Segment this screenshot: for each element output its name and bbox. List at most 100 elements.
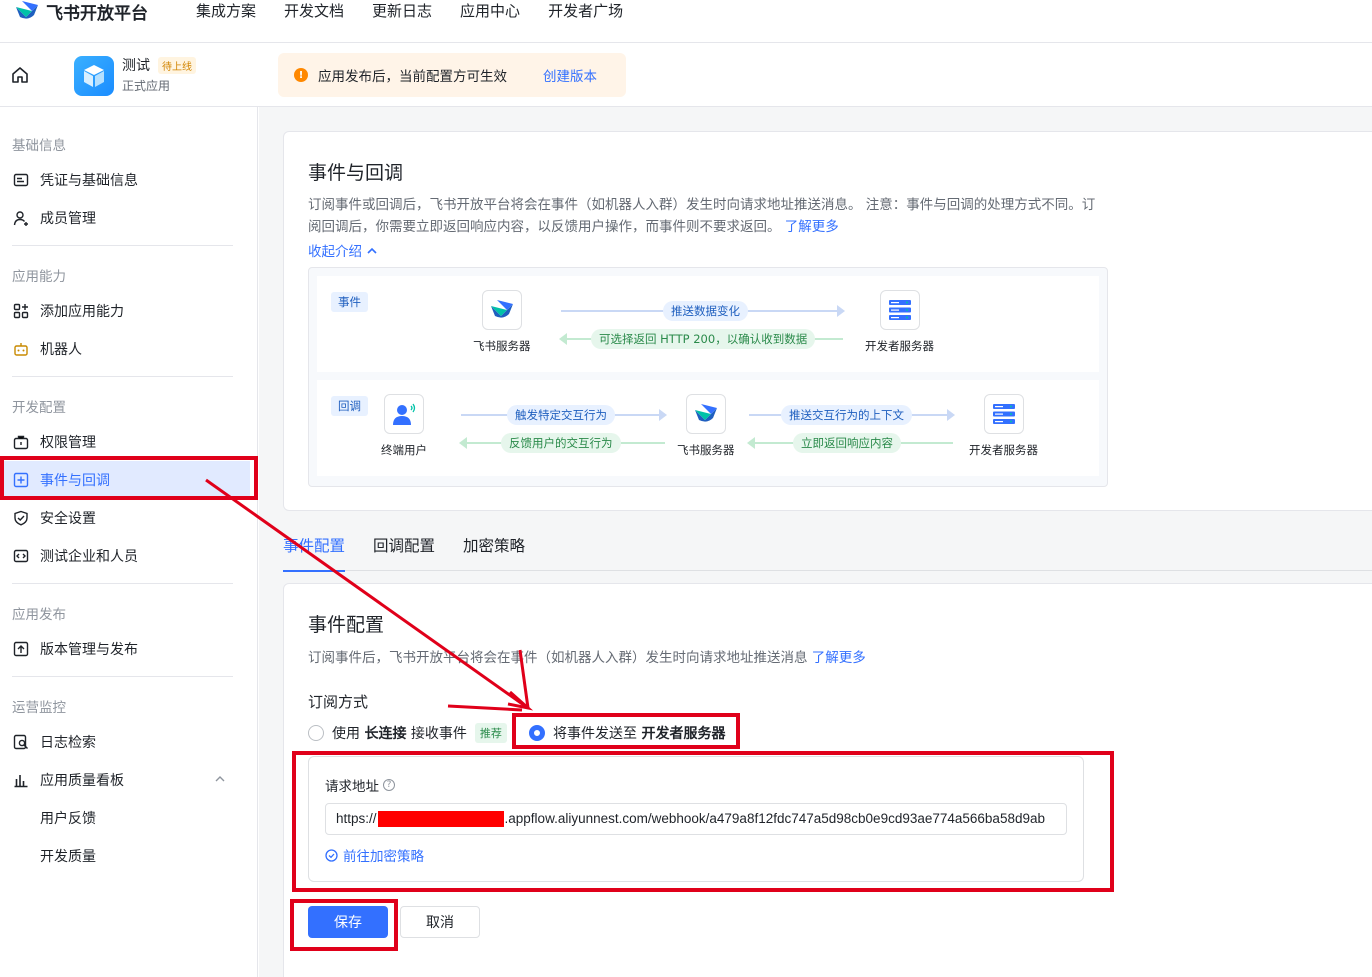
feishu-logo-icon bbox=[16, 1, 38, 19]
app-name-row: 测试 待上线 bbox=[122, 55, 196, 75]
sidebar-item-permissions[interactable]: 权限管理 bbox=[0, 423, 250, 461]
chevron-up-icon[interactable] bbox=[214, 773, 226, 785]
sidebar-item-label: 开发质量 bbox=[40, 849, 96, 865]
sidebar-item-test-org[interactable]: 测试企业和人员 bbox=[0, 537, 250, 575]
sidebar-divider bbox=[12, 583, 233, 584]
event-config-card: 事件配置 订阅事件后，飞书开放平台将会在事件（如机器人入群）发生时向请求地址推送… bbox=[283, 583, 1372, 977]
collapse-label: 收起介绍 bbox=[308, 244, 362, 260]
callback-tag: 回调 bbox=[331, 396, 368, 416]
sidebar-item-dev-quality[interactable]: 开发质量 bbox=[0, 837, 250, 875]
sidebar-item-security[interactable]: 安全设置 bbox=[0, 499, 250, 537]
logo-text: 飞书开放平台 bbox=[46, 3, 148, 24]
sidebar-item-logs[interactable]: 日志检索 bbox=[0, 723, 250, 761]
request-url-label: 请求地址 ? bbox=[325, 775, 395, 795]
nav-item-app-center[interactable]: 应用中心 bbox=[460, 0, 520, 22]
warning-icon: ! bbox=[294, 68, 308, 82]
nav-item-docs[interactable]: 开发文档 bbox=[284, 0, 344, 22]
sidebar-item-quality[interactable]: 应用质量看板 bbox=[0, 761, 250, 799]
callback-flow-row: 回调 终端用户 触发特定交互行为 反馈用户的交互行为 飞书服务器 推送交互行为的… bbox=[317, 380, 1099, 476]
nav-item-solutions[interactable]: 集成方案 bbox=[196, 0, 256, 22]
option-bold: 长连接 bbox=[364, 726, 407, 742]
help-icon[interactable]: ? bbox=[383, 779, 395, 791]
sidebar-item-members[interactable]: 成员管理 bbox=[0, 199, 250, 237]
push-context-pill: 推送交互行为的上下文 bbox=[781, 405, 912, 425]
nav-item-changelog[interactable]: 更新日志 bbox=[372, 0, 432, 22]
server-icon bbox=[879, 290, 920, 330]
goto-encryption-link[interactable]: 前往加密策略 bbox=[325, 845, 424, 865]
user-icon bbox=[12, 209, 30, 227]
id-card-icon bbox=[12, 171, 30, 189]
goto-encryption-label: 前往加密策略 bbox=[343, 849, 424, 865]
sidebar-item-add-capability[interactable]: 添加应用能力 bbox=[0, 292, 250, 330]
option-text: 将事件发送至 开发者服务器 bbox=[553, 723, 725, 743]
sidebar-item-label: 测试企业和人员 bbox=[40, 549, 138, 565]
sidebar-divider bbox=[12, 676, 233, 677]
end-user-label: 终端用户 bbox=[381, 443, 427, 457]
dev-server-node: 开发者服务器 bbox=[865, 290, 934, 354]
status-badge: 待上线 bbox=[158, 56, 196, 74]
feedback-pill: 反馈用户的交互行为 bbox=[501, 433, 621, 453]
robot-icon bbox=[12, 340, 30, 358]
radio-button[interactable] bbox=[308, 725, 324, 741]
sidebar-item-label: 应用质量看板 bbox=[40, 773, 124, 789]
sidebar-item-label: 成员管理 bbox=[40, 211, 96, 227]
notice-text: 应用发布后，当前配置方可生效 bbox=[318, 69, 507, 85]
feishu-server-node: 飞书服务器 bbox=[473, 290, 531, 354]
intro-description: 订阅事件或回调后，飞书开放平台将会在事件（如机器人入群）发生时向请求地址推送消息… bbox=[308, 194, 1098, 238]
return-now-pill: 立即返回响应内容 bbox=[793, 433, 901, 453]
url-label-text: 请求地址 bbox=[325, 779, 379, 795]
save-button[interactable]: 保存 bbox=[308, 906, 388, 938]
url-prefix: https:// bbox=[336, 811, 377, 826]
sidebar-item-versions[interactable]: 版本管理与发布 bbox=[0, 630, 250, 668]
sidebar-item-label: 权限管理 bbox=[40, 435, 96, 451]
chevron-up-icon bbox=[367, 247, 377, 254]
upload-box-icon bbox=[12, 640, 30, 658]
sidebar-item-label: 版本管理与发布 bbox=[40, 642, 138, 658]
request-url-panel: 请求地址 ? https:// .appflow.aliyunnest.com/w… bbox=[308, 756, 1084, 882]
home-icon[interactable] bbox=[10, 65, 30, 85]
dev-server-label: 开发者服务器 bbox=[969, 443, 1038, 457]
feishu-logo-icon bbox=[481, 290, 522, 330]
tab-event-config[interactable]: 事件配置 bbox=[283, 527, 346, 572]
publish-notice: ! 应用发布后，当前配置方可生效 创建版本 bbox=[278, 53, 626, 97]
bar-chart-icon bbox=[12, 771, 30, 789]
sidebar-item-credentials[interactable]: 凭证与基础信息 bbox=[0, 161, 250, 199]
sidebar-item-bot[interactable]: 机器人 bbox=[0, 330, 250, 368]
learn-more-link[interactable]: 了解更多 bbox=[812, 650, 866, 666]
apps-add-icon bbox=[12, 302, 30, 320]
event-flow-row: 事件 飞书服务器 推送数据变化 可选择返回 HTTP 200，以确认收到数据 开… bbox=[317, 276, 1099, 372]
sidebar-item-label: 安全设置 bbox=[40, 511, 96, 527]
feishu-server-label: 飞书服务器 bbox=[677, 443, 735, 457]
request-url-input[interactable]: https:// .appflow.aliyunnest.com/webhook/… bbox=[325, 803, 1067, 835]
event-config-desc-text: 订阅事件后，飞书开放平台将会在事件（如机器人入群）发生时向请求地址推送消息 bbox=[308, 650, 808, 666]
create-version-link[interactable]: 创建版本 bbox=[543, 65, 597, 85]
radio-button-checked[interactable] bbox=[529, 725, 545, 741]
app-name: 测试 bbox=[122, 58, 150, 74]
intro-desc-text: 订阅事件或回调后，飞书开放平台将会在事件（如机器人入群）发生时向请求地址推送消息… bbox=[308, 197, 1096, 235]
sidebar-item-label: 添加应用能力 bbox=[40, 304, 124, 320]
flow-diagram: 事件 飞书服务器 推送数据变化 可选择返回 HTTP 200，以确认收到数据 开… bbox=[308, 267, 1108, 487]
tab-encryption[interactable]: 加密策略 bbox=[463, 527, 525, 571]
option-prefix: 将事件发送至 bbox=[553, 726, 637, 742]
intro-card: 事件与回调 订阅事件或回调后，飞书开放平台将会在事件（如机器人入群）发生时向请求… bbox=[283, 131, 1372, 511]
option-suffix: 接收事件 bbox=[410, 726, 467, 742]
recommended-tag: 推荐 bbox=[474, 723, 507, 743]
cancel-button[interactable]: 取消 bbox=[400, 906, 480, 938]
app-type: 正式应用 bbox=[122, 79, 171, 93]
sidebar-item-events[interactable]: 事件与回调 bbox=[0, 461, 250, 499]
collapse-intro-link[interactable]: 收起介绍 bbox=[308, 240, 378, 260]
radio-long-connection[interactable]: 使用 长连接 接收事件 推荐 bbox=[308, 723, 507, 743]
feishu-logo[interactable]: 飞书开放平台 bbox=[14, 0, 148, 24]
feishu-logo-icon bbox=[685, 394, 726, 434]
shield-check-icon bbox=[12, 509, 30, 527]
radio-dev-server[interactable]: 将事件发送至 开发者服务器 bbox=[529, 723, 725, 743]
end-user-node: 终端用户 bbox=[381, 394, 427, 458]
tab-callback-config[interactable]: 回调配置 bbox=[373, 527, 435, 571]
learn-more-link[interactable]: 了解更多 bbox=[785, 219, 839, 235]
nav-item-dev-plaza[interactable]: 开发者广场 bbox=[548, 0, 623, 22]
event-tag: 事件 bbox=[331, 292, 368, 312]
shield-icon bbox=[325, 848, 338, 862]
sidebar-item-feedback[interactable]: 用户反馈 bbox=[0, 799, 250, 837]
sidebar: 基础信息 凭证与基础信息 成员管理 应用能力 添加应用能力 机器人 开发配置 权… bbox=[0, 107, 258, 977]
code-icon bbox=[12, 547, 30, 565]
